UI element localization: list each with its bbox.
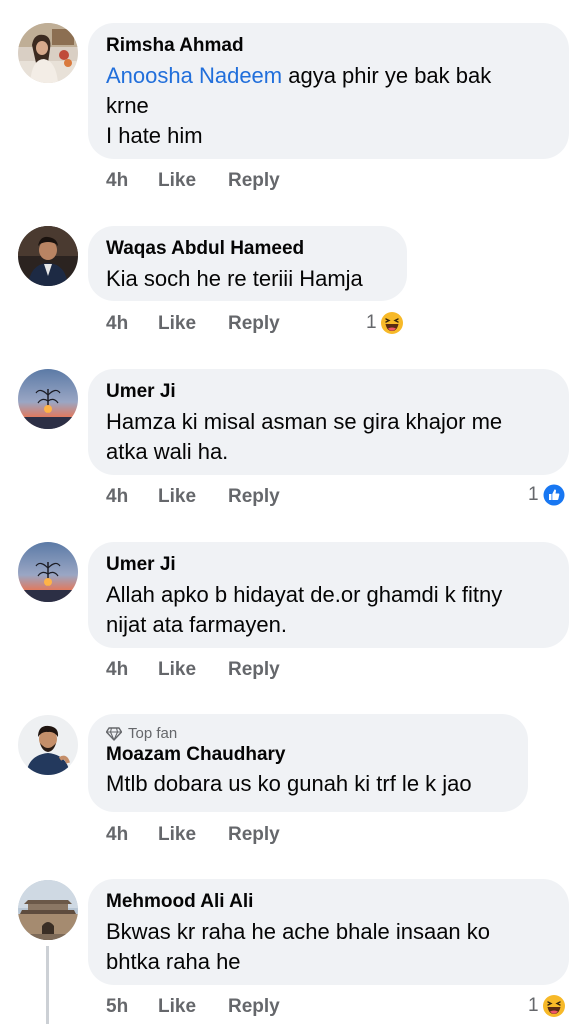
comment-text-line: agya phir ye bak bak: [282, 63, 492, 88]
comment-text-line: Bkwas kr raha he ache bhale insaan ko: [106, 919, 491, 944]
avatar[interactable]: [18, 715, 78, 775]
comment-text-line: atka wali ha.: [106, 439, 229, 464]
reply-thread-line: [46, 946, 49, 1024]
like-button[interactable]: Like: [158, 996, 228, 1018]
comment-bubble: Mehmood Ali Ali Bkwas kr raha he ache bh…: [88, 879, 569, 985]
top-fan-badge: Top fan: [106, 725, 510, 743]
timestamp[interactable]: 5h: [106, 996, 158, 1018]
comment-actions: 5h Like Reply: [106, 996, 280, 1018]
comment-bubble: Waqas Abdul Hameed Kia soch he re teriii…: [88, 226, 407, 301]
comment-bubble: Rimsha Ahmad Anoosha Nadeem agya phir ye…: [88, 23, 569, 159]
comment-text: Allah apko b hidayat de.or ghamdi k fitn…: [106, 580, 551, 640]
reaction-count: 1: [528, 484, 539, 505]
comment-text: Anoosha Nadeem agya phir ye bak bak krne…: [106, 61, 551, 151]
timestamp[interactable]: 4h: [106, 824, 158, 846]
comment-author[interactable]: Mehmood Ali Ali: [106, 890, 551, 914]
comment-text-line: Allah apko b hidayat de.or ghamdi k fitn…: [106, 582, 503, 607]
like-button[interactable]: Like: [158, 486, 228, 508]
avatar-photo-icon: [18, 715, 78, 775]
avatar[interactable]: [18, 880, 78, 940]
avatar[interactable]: [18, 369, 78, 429]
haha-icon: [542, 995, 565, 1017]
reaction-summary[interactable]: 1: [528, 483, 566, 507]
comment-text-line: bhtka raha he: [106, 949, 241, 974]
like-button[interactable]: Like: [158, 824, 228, 846]
reply-button[interactable]: Reply: [228, 170, 280, 192]
avatar[interactable]: [18, 23, 78, 83]
avatar-photo-icon: [18, 23, 78, 83]
comment-author[interactable]: Rimsha Ahmad: [106, 34, 551, 58]
like-button[interactable]: Like: [158, 313, 228, 335]
top-fan-label: Top fan: [128, 725, 178, 742]
reaction-summary[interactable]: 1: [528, 994, 566, 1018]
reaction-count: 1: [528, 995, 539, 1016]
timestamp[interactable]: 4h: [106, 659, 158, 681]
comment-author[interactable]: Umer Ji: [106, 380, 551, 404]
comment-bubble: Top fan Moazam Chaudhary Mtlb dobara us …: [88, 714, 528, 812]
comment-text-line: krne: [106, 93, 149, 118]
diamond-icon: [106, 727, 122, 741]
comment-author[interactable]: Waqas Abdul Hameed: [106, 237, 389, 261]
comment-text-line: nijat ata farmayen.: [106, 612, 287, 637]
reply-button[interactable]: Reply: [228, 996, 280, 1018]
comment-actions: 4h Like Reply: [106, 824, 280, 846]
comment-text: Kia soch he re teriii Hamja: [106, 266, 363, 291]
comment-actions: 4h Like Reply: [106, 659, 280, 681]
reply-button[interactable]: Reply: [228, 824, 280, 846]
comment-author[interactable]: Umer Ji: [106, 553, 551, 577]
avatar[interactable]: [18, 226, 78, 286]
like-icon: [542, 483, 566, 507]
haha-icon: [380, 312, 403, 334]
comment-bubble: Umer Ji Allah apko b hidayat de.or ghamd…: [88, 542, 569, 648]
comment-bubble: Umer Ji Hamza ki misal asman se gira kha…: [88, 369, 569, 475]
comment-text-line: I hate him: [106, 123, 203, 148]
reply-button[interactable]: Reply: [228, 486, 280, 508]
comment-text-line: Hamza ki misal asman se gira khajor me: [106, 409, 503, 434]
avatar[interactable]: [18, 542, 78, 602]
avatar-photo-icon: [18, 369, 78, 429]
reply-button[interactable]: Reply: [228, 659, 280, 681]
comment-author[interactable]: Moazam Chaudhary: [106, 743, 510, 767]
like-button[interactable]: Like: [158, 659, 228, 681]
timestamp[interactable]: 4h: [106, 313, 158, 335]
reaction-summary[interactable]: 1: [366, 311, 404, 335]
comment-actions: 4h Like Reply: [106, 486, 280, 508]
comment-text: Bkwas kr raha he ache bhale insaan ko bh…: [106, 917, 551, 977]
comment-text: Hamza ki misal asman se gira khajor me a…: [106, 407, 551, 467]
avatar-photo-icon: [18, 542, 78, 602]
like-button[interactable]: Like: [158, 170, 228, 192]
comment-actions: 4h Like Reply: [106, 170, 280, 192]
avatar-photo-icon: [18, 226, 78, 286]
avatar-photo-icon: [18, 880, 78, 940]
timestamp[interactable]: 4h: [106, 486, 158, 508]
timestamp[interactable]: 4h: [106, 170, 158, 192]
comment-text: Mtlb dobara us ko gunah ki trf le k jao: [106, 771, 472, 796]
reaction-count: 1: [366, 312, 377, 333]
mention-link[interactable]: Anoosha Nadeem: [106, 63, 282, 88]
reply-button[interactable]: Reply: [228, 313, 280, 335]
comment-actions: 4h Like Reply: [106, 313, 280, 335]
